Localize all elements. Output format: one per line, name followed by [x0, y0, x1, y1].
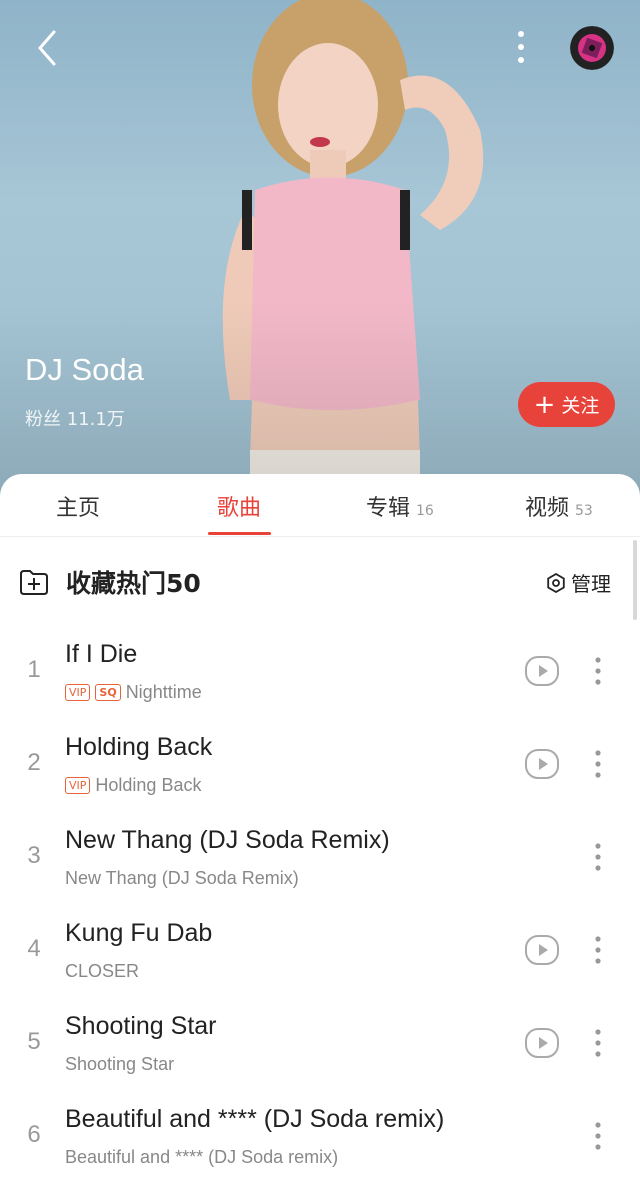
- collect-top50-row: 收藏热门50 管理: [0, 562, 640, 602]
- song-title: New Thang (DJ Soda Remix): [65, 826, 390, 854]
- more-vertical-icon: [518, 31, 524, 63]
- manage-button[interactable]: 管理: [546, 568, 611, 597]
- plus-icon: +: [533, 389, 556, 420]
- collect-top50-label[interactable]: 收藏热门50: [66, 564, 201, 600]
- song-index: 4: [27, 935, 41, 962]
- artist-name: DJ Soda: [25, 352, 144, 387]
- more-options-button[interactable]: [506, 26, 536, 70]
- song-title: Holding Back: [65, 733, 213, 761]
- song-meta: VIP Holding Back: [65, 775, 201, 796]
- song-title: Beautiful and **** (DJ Soda remix): [65, 1105, 445, 1133]
- song-more-icon[interactable]: [588, 652, 608, 690]
- sq-badge: SQ: [95, 684, 121, 701]
- play-video-icon[interactable]: [525, 933, 559, 967]
- play-video-icon[interactable]: [525, 1026, 559, 1060]
- song-row[interactable]: 6 Beautiful and **** (DJ Soda remix) Beaut…: [0, 1097, 640, 1190]
- song-album: Beautiful and **** (DJ Soda remix): [65, 1147, 339, 1167]
- song-row[interactable]: 3 New Thang (DJ Soda Remix) New Thang (DJ …: [0, 818, 640, 911]
- song-row[interactable]: 4 Kung Fu Dab CLOSER: [0, 911, 640, 1004]
- vip-badge: VIP: [65, 777, 91, 794]
- song-album: Shooting Star: [65, 1054, 175, 1074]
- follow-button[interactable]: + 关注: [518, 382, 615, 427]
- song-title: If I Die: [65, 640, 138, 668]
- song-row[interactable]: 5 Shooting Star Shooting Star: [0, 1004, 640, 1097]
- song-row[interactable]: 1 If I Die VIP SQ Nighttime: [0, 632, 640, 725]
- song-index: 3: [27, 842, 41, 869]
- song-album: Nighttime: [125, 682, 202, 702]
- song-meta: Beautiful and **** (DJ Soda remix): [65, 1147, 338, 1168]
- song-meta: New Thang (DJ Soda Remix): [65, 868, 299, 889]
- song-row[interactable]: 2 Holding Back VIP Holding Back: [0, 725, 640, 818]
- back-button[interactable]: [28, 26, 68, 70]
- vip-badge: VIP: [65, 684, 91, 701]
- tab-albums[interactable]: 专辑 16: [366, 490, 434, 522]
- vinyl-disc-icon: [570, 26, 614, 70]
- active-tab-indicator: [208, 532, 271, 535]
- song-more-icon[interactable]: [588, 745, 608, 783]
- song-meta: VIP SQ Nighttime: [65, 682, 202, 703]
- song-index: 1: [27, 656, 41, 683]
- tab-songs[interactable]: 歌曲: [217, 490, 261, 522]
- tab-bar: 主页 歌曲 专辑 16 视频 53: [0, 474, 640, 537]
- gear-icon: [547, 572, 565, 593]
- play-video-icon[interactable]: [525, 747, 559, 781]
- song-more-icon[interactable]: [588, 1117, 608, 1155]
- chevron-left-icon: [38, 30, 56, 66]
- tab-home[interactable]: 主页: [56, 490, 100, 522]
- fan-count: 粉丝 11.1万: [25, 409, 125, 430]
- video-count: 53: [575, 503, 593, 519]
- album-count: 16: [416, 503, 434, 519]
- song-index: 5: [27, 1028, 41, 1055]
- song-more-icon[interactable]: [588, 838, 608, 876]
- add-folder-icon[interactable]: [18, 566, 50, 598]
- song-title: Kung Fu Dab: [65, 919, 213, 947]
- now-playing-disc-button[interactable]: [570, 26, 614, 70]
- scrollbar[interactable]: [633, 540, 637, 620]
- song-album: CLOSER: [65, 961, 140, 981]
- song-meta: Shooting Star: [65, 1054, 174, 1075]
- song-album: Holding Back: [95, 775, 202, 795]
- song-index: 2: [27, 749, 41, 776]
- song-album: New Thang (DJ Soda Remix): [65, 868, 299, 888]
- song-more-icon[interactable]: [588, 1024, 608, 1062]
- play-video-icon[interactable]: [525, 654, 559, 688]
- tab-videos[interactable]: 视频 53: [525, 490, 593, 522]
- song-title: Shooting Star: [65, 1012, 217, 1040]
- song-index: 6: [27, 1121, 41, 1148]
- song-meta: CLOSER: [65, 961, 139, 982]
- follow-label: 关注: [561, 395, 600, 417]
- song-more-icon[interactable]: [588, 931, 608, 969]
